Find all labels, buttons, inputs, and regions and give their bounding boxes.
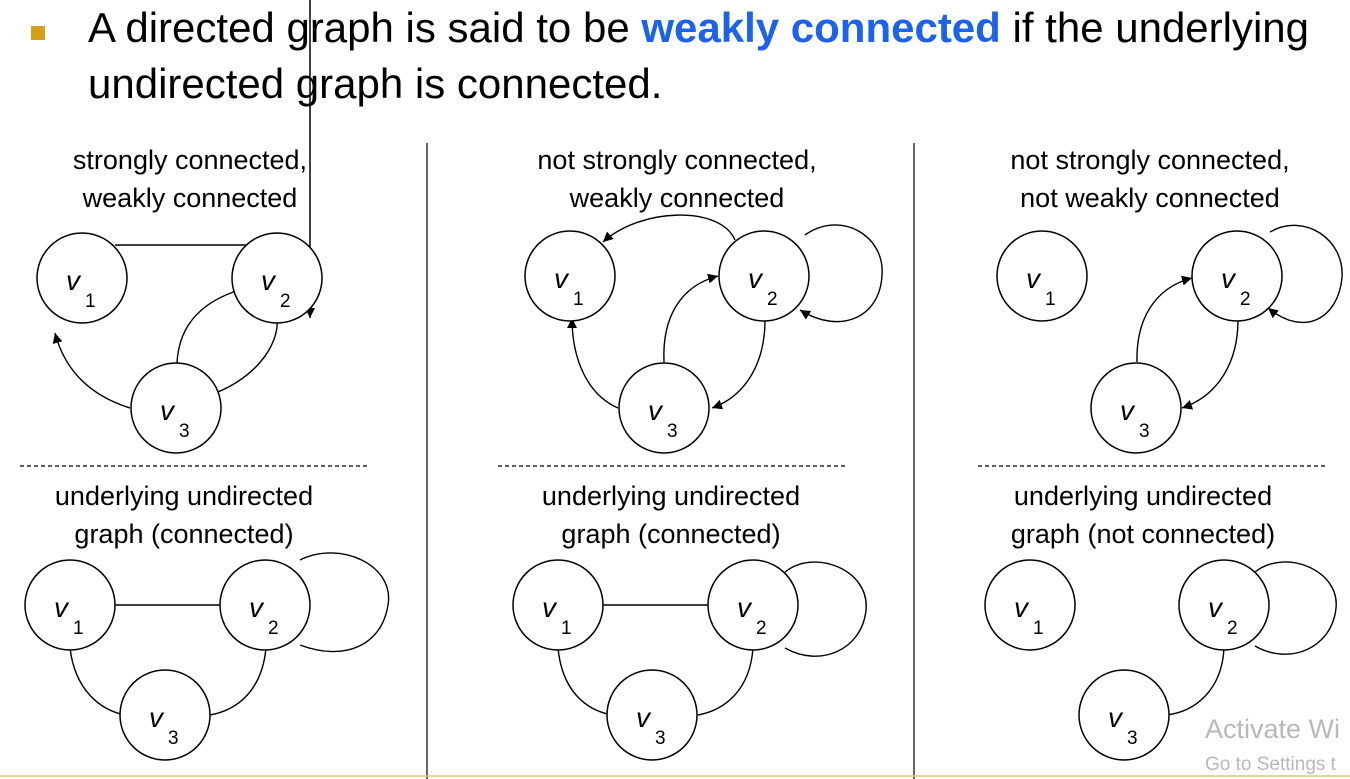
vertex-sub: 1 [573,289,584,310]
vertex-letter: v [542,592,558,623]
vertex-letter: v [1026,263,1042,294]
vertex-v3: v 3 [1078,669,1170,761]
vertex-sub: 2 [767,289,778,310]
vertex-sub: 1 [561,618,572,639]
vertex-v3: v 3 [119,669,211,761]
edge-v2-v1 [602,214,736,243]
graph-diagrams: v 1 v 2 v 3 v 1 v 2 v 3 v 1 v 2 v 3 v 1 … [0,0,1350,779]
vertex-v2: v 2 [1178,559,1270,651]
vertex-v3: v 3 [618,362,710,454]
vertex-v2: v 2 [707,559,799,651]
edge-v2-v3 [1165,647,1225,716]
vertex-v1: v 1 [984,559,1076,651]
vertex-v1: v 1 [512,559,604,651]
vertex-letter: v [748,263,764,294]
vertex-sub: 1 [73,618,84,639]
activation-watermark-title: Activate Wi [1205,714,1341,744]
vertex-letter: v [1014,592,1030,623]
vertex-sub: 3 [179,421,190,442]
edge-v2-v3 [1181,319,1239,410]
vertex-v1: v 1 [24,559,116,651]
edge-v2-v3 [209,647,267,716]
vertex-sub: 3 [655,728,666,749]
vertex-v2: v 2 [231,232,323,324]
vertex-sub: 3 [667,421,678,442]
vertex-v3: v 3 [1090,362,1182,454]
vertex-letter: v [1221,263,1237,294]
vertex-letter: v [54,592,70,623]
vertex-v3: v 3 [606,669,698,761]
vertex-letter: v [737,592,753,623]
vertex-v2: v 2 [219,559,311,651]
edge-v3-v2 [663,273,719,363]
vertex-letter: v [1208,592,1224,623]
vertex-sub: 1 [1045,289,1056,310]
vertex-letter: v [66,265,82,296]
vertex-sub: 2 [756,618,767,639]
vertex-sub: 3 [168,728,179,749]
vertex-letter: v [160,395,176,426]
vertex-letter: v [636,702,652,733]
vertex-sub: 3 [1139,421,1150,442]
edge-v3-v1 [52,332,131,409]
vertex-v3: v 3 [130,362,222,454]
vertex-letter: v [149,702,165,733]
vertex-sub: 2 [1240,289,1251,310]
vertex-sub: 2 [1227,618,1238,639]
activation-watermark-subtitle: Go to Settings t [1205,754,1336,775]
vertex-letter: v [554,263,570,294]
vertex-sub: 1 [85,291,96,312]
edge-v3-v2 [1136,275,1193,363]
vertex-letter: v [1120,395,1136,426]
vertex-v1: v 1 [524,230,616,322]
edge-v3-v1 [567,317,619,409]
edge-v2-v3 [697,647,754,716]
edge-v1-v3 [557,647,613,716]
vertex-letter: v [1108,702,1124,733]
vertex-letter: v [261,265,277,296]
vertex-v1: v 1 [996,230,1088,322]
self-loop-v2 [799,224,883,323]
vertex-letter: v [648,395,664,426]
vertex-sub: 2 [268,618,279,639]
vertex-v1: v 1 [36,232,128,324]
vertex-v2: v 2 [1191,230,1283,322]
edge-v1-v3 [69,647,126,716]
vertex-sub: 3 [1127,728,1138,749]
self-loop-v2 [299,552,390,653]
vertex-v2: v 2 [718,230,810,322]
vertex-letter: v [249,592,265,623]
edge-v2-v3 [711,319,766,410]
vertex-sub: 1 [1033,618,1044,639]
vertex-sub: 2 [280,291,291,312]
